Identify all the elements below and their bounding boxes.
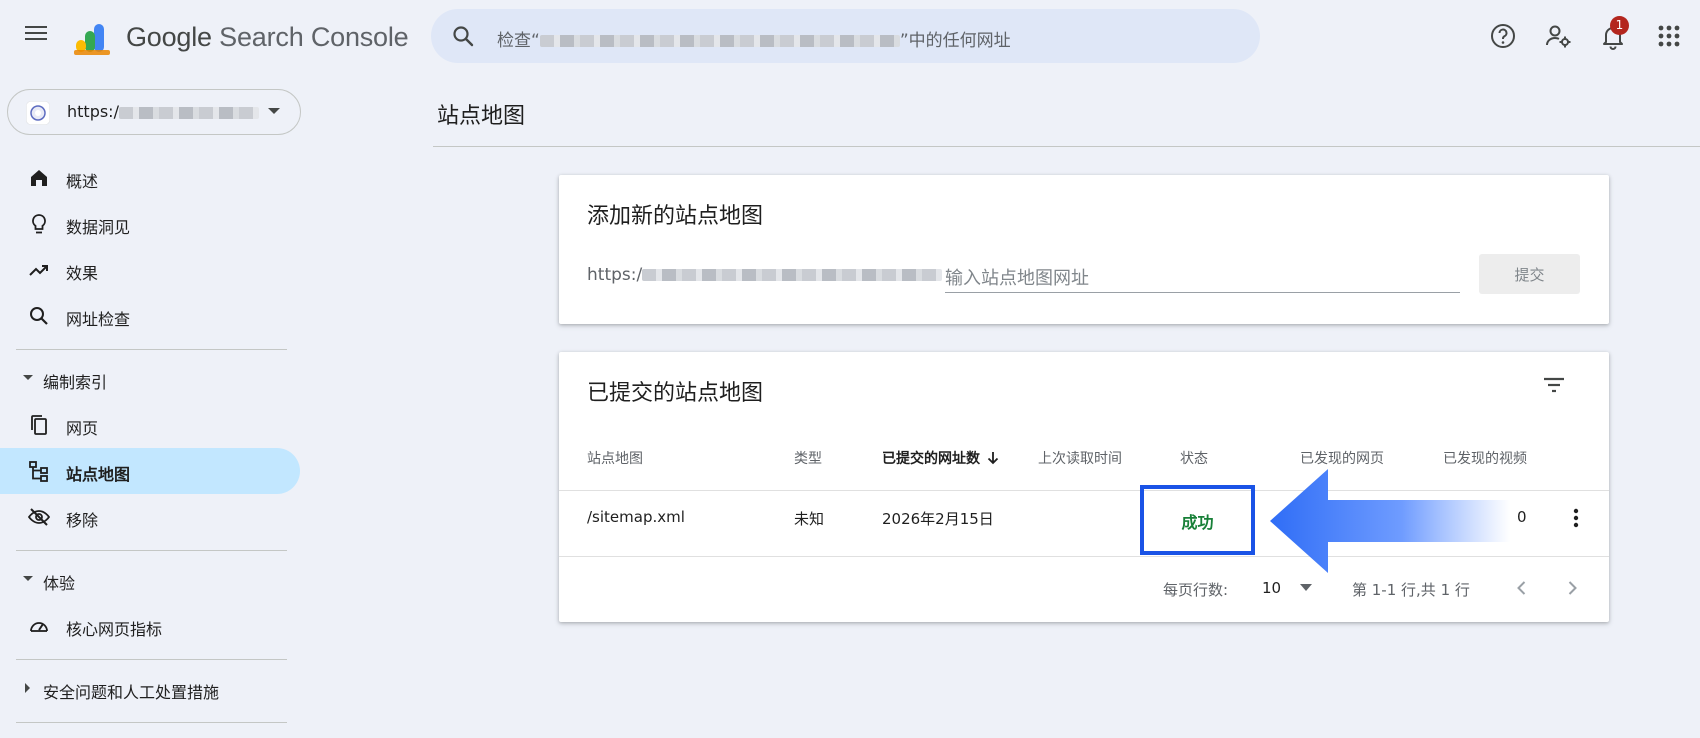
status-badge: 成功 xyxy=(1181,513,1214,532)
cell-sitemap: /sitemap.xml xyxy=(587,508,685,526)
column-header-last-read[interactable]: 上次读取时间 xyxy=(1038,448,1122,468)
card-title: 已提交的站点地图 xyxy=(587,381,764,406)
sitemap-url-prefix: https:/ xyxy=(587,265,943,285)
cell-discovered-videos: 0 xyxy=(1517,508,1527,526)
sidebar-item-performance[interactable]: 效果 xyxy=(0,247,300,293)
column-header-sitemap[interactable]: 站点地图 xyxy=(587,448,643,468)
sitemap-url-input[interactable] xyxy=(945,259,1460,293)
globe-icon xyxy=(26,101,50,125)
caret-down-icon xyxy=(23,576,33,581)
sidebar-section-experience[interactable]: 体验 xyxy=(0,560,300,600)
top-app-bar: Google Search Console 检查“ ”中的任何网址 1 xyxy=(0,0,1700,72)
page-divider xyxy=(433,146,1700,147)
app-title-brand: Google xyxy=(126,22,212,52)
property-url: https:/ xyxy=(67,102,259,121)
column-header-submitted-label: 已提交的网址数 xyxy=(882,451,980,467)
caret-right-icon xyxy=(25,683,30,693)
pagination-range: 第 1-1 行,共 1 行 xyxy=(1352,581,1470,599)
card-title: 添加新的站点地图 xyxy=(587,204,764,229)
sidebar-item-core-web-vitals[interactable]: 核心网页指标 xyxy=(0,603,300,649)
cell-type: 未知 xyxy=(794,510,825,528)
sidebar-section-label: 安全问题和人工处置措施 xyxy=(43,683,220,702)
annotation-arrow-icon xyxy=(1270,469,1510,573)
sidebar-item-url-inspection[interactable]: 网址检查 xyxy=(0,293,300,339)
chevron-down-icon xyxy=(1299,584,1312,591)
app-title: Google Search Console xyxy=(126,22,409,53)
sidebar-item-label: 效果 xyxy=(66,264,99,283)
search-icon xyxy=(30,307,48,325)
chevron-down-icon xyxy=(268,108,280,114)
sidebar-item-label: 站点地图 xyxy=(66,465,131,484)
page-title: 站点地图 xyxy=(437,104,526,129)
sidebar-item-sitemaps[interactable]: 站点地图 xyxy=(0,448,300,494)
search-placeholder-suffix: ”中的任何网址 xyxy=(899,31,1011,51)
status-highlight-box: 成功 xyxy=(1140,485,1255,555)
search-placeholder: 检查“ ”中的任何网址 xyxy=(497,26,1011,51)
sidebar-item-removals[interactable]: 移除 xyxy=(0,494,300,540)
redacted-domain xyxy=(642,269,943,281)
submit-button[interactable]: 提交 xyxy=(1479,254,1580,294)
property-url-prefix: https:/ xyxy=(67,102,119,121)
speed-icon xyxy=(30,622,48,632)
sidebar-item-pages[interactable]: 网页 xyxy=(0,402,300,448)
cell-submitted: 2026年2月15日 xyxy=(882,510,994,528)
apps-icon[interactable] xyxy=(1653,20,1685,52)
sidebar-item-label: 数据洞见 xyxy=(66,218,131,237)
sidebar-divider xyxy=(16,722,287,723)
sidebar-section-indexing[interactable]: 编制索引 xyxy=(0,359,300,399)
add-sitemap-card: 添加新的站点地图 https:/ 提交 xyxy=(559,175,1609,324)
sidebar-item-overview[interactable]: 概述 xyxy=(0,155,300,201)
search-icon xyxy=(453,26,474,47)
help-icon[interactable] xyxy=(1487,20,1519,52)
sidebar-divider xyxy=(16,349,287,350)
column-header-type[interactable]: 类型 xyxy=(794,448,822,468)
manage-users-icon[interactable] xyxy=(1542,20,1574,52)
sidebar-divider xyxy=(16,659,287,660)
rows-per-page-value: 10 xyxy=(1262,579,1282,597)
sidebar-item-label: 移除 xyxy=(66,511,99,530)
property-selector[interactable]: https:/ xyxy=(7,89,301,135)
home-icon xyxy=(31,170,47,186)
sidebar-item-label: 概述 xyxy=(66,172,99,191)
chevron-right-icon[interactable] xyxy=(1560,576,1584,600)
visibility-off-icon xyxy=(27,508,51,526)
redacted-property xyxy=(118,106,259,119)
caret-down-icon xyxy=(23,375,33,380)
pages-icon xyxy=(31,415,47,435)
rows-per-page-select[interactable]: 10 xyxy=(1262,579,1312,597)
redacted-url xyxy=(539,35,900,47)
search-console-logo xyxy=(74,24,110,55)
column-header-discovered-videos[interactable]: 已发现的视频 xyxy=(1443,448,1527,468)
trending-up-icon xyxy=(29,265,48,276)
menu-icon[interactable] xyxy=(22,22,50,50)
filter-icon[interactable] xyxy=(1541,372,1567,398)
notification-badge: 1 xyxy=(1610,16,1629,35)
column-header-discovered-pages[interactable]: 已发现的网页 xyxy=(1300,448,1384,468)
rows-per-page-label: 每页行数: xyxy=(1163,581,1229,599)
sidebar-section-security[interactable]: 安全问题和人工处置措施 xyxy=(0,669,300,709)
sidebar-section-label: 体验 xyxy=(43,574,76,593)
arrow-down-icon xyxy=(987,452,999,465)
sidebar-item-label: 网址检查 xyxy=(66,310,131,329)
sidebar-divider xyxy=(16,550,287,551)
sitemap-icon xyxy=(29,461,48,482)
sidebar-item-label: 核心网页指标 xyxy=(66,620,163,639)
url-inspection-search[interactable]: 检查“ ”中的任何网址 xyxy=(431,9,1260,63)
search-placeholder-prefix: 检查“ xyxy=(497,31,540,51)
column-header-status[interactable]: 状态 xyxy=(1180,448,1208,468)
sitemap-url-prefix-text: https:/ xyxy=(587,265,643,285)
sidebar-section-label: 编制索引 xyxy=(43,373,108,392)
lightbulb-icon xyxy=(32,214,46,234)
chevron-left-icon[interactable] xyxy=(1510,576,1534,600)
app-title-product: Search Console xyxy=(211,22,409,52)
column-header-submitted[interactable]: 已提交的网址数 xyxy=(882,448,1000,468)
sidebar-item-label: 网页 xyxy=(66,419,99,438)
sidebar-item-insights[interactable]: 数据洞见 xyxy=(0,201,300,247)
more-vert-icon[interactable] xyxy=(1564,506,1588,530)
